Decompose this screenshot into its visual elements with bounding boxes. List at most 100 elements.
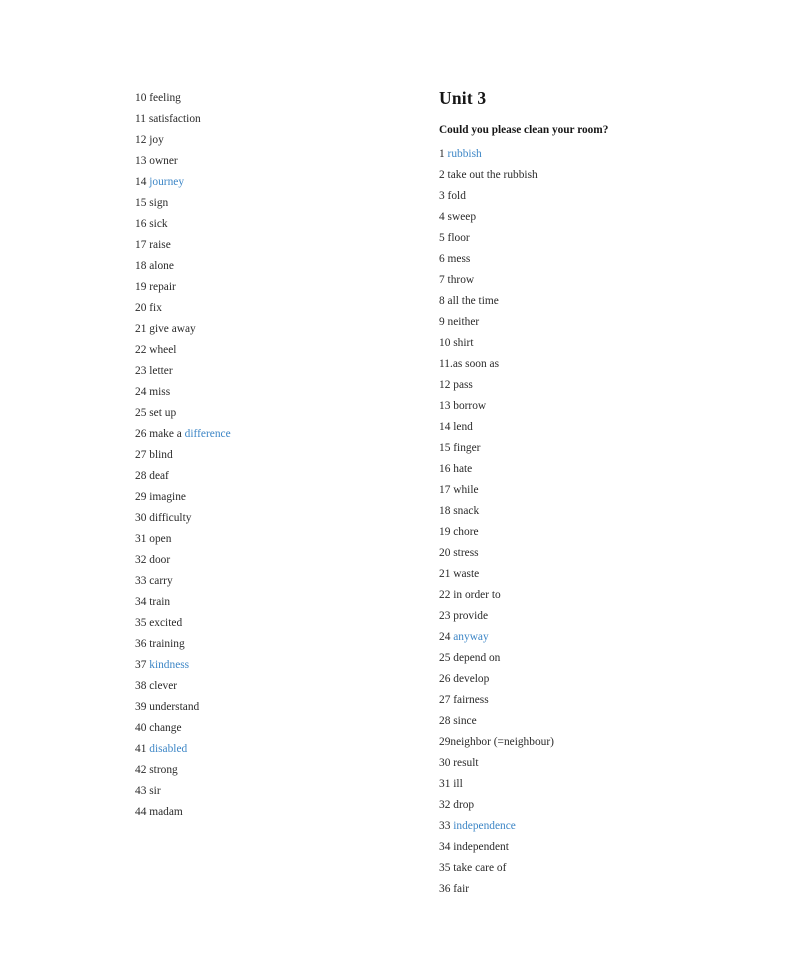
left-word-item: 15 sign [135, 193, 415, 214]
left-word-item: 16 sick [135, 214, 415, 235]
item-number: 34 [439, 841, 454, 853]
item-number: 40 [135, 722, 150, 734]
left-word-item[interactable]: 41 disabled [135, 739, 415, 760]
left-word-item: 30 difficulty [135, 508, 415, 529]
item-term: training [149, 638, 185, 650]
item-number: 42 [135, 764, 150, 776]
right-word-item[interactable]: 24 anyway [439, 627, 759, 648]
left-word-item: 38 clever [135, 676, 415, 697]
item-term[interactable]: disabled [149, 743, 187, 755]
item-term: stress [453, 547, 479, 559]
item-term: strong [149, 764, 178, 776]
left-word-item: 29 imagine [135, 487, 415, 508]
item-number: 28 [439, 715, 454, 727]
right-word-item[interactable]: 1 rubbish [439, 144, 759, 165]
item-term: alone [149, 260, 174, 272]
right-word-item: 26 develop [439, 669, 759, 690]
item-term: shirt [453, 337, 474, 349]
item-number: 29 [135, 491, 150, 503]
item-term: independent [453, 841, 509, 853]
item-number: 28 [135, 470, 150, 482]
left-word-item: 28 deaf [135, 466, 415, 487]
item-number: 27 [135, 449, 150, 461]
right-word-item: 23 provide [439, 606, 759, 627]
item-number: 8 [439, 295, 448, 307]
left-word-item: 22 wheel [135, 340, 415, 361]
right-word-item[interactable]: 33 independence [439, 816, 759, 837]
item-number: 16 [135, 218, 150, 230]
item-term: wheel [149, 344, 177, 356]
right-word-item: 21 waste [439, 564, 759, 585]
left-word-item: 17 raise [135, 235, 415, 256]
left-word-item: 23 letter [135, 361, 415, 382]
right-word-item: 11.as soon as [439, 354, 759, 375]
left-word-item: 36 training [135, 634, 415, 655]
section-subtitle: Could you please clean your room? [439, 124, 609, 136]
item-term: make a [149, 428, 185, 440]
item-term: fix [149, 302, 162, 314]
item-term[interactable]: kindness [149, 659, 189, 671]
right-word-item: 18 snack [439, 501, 759, 522]
left-word-item[interactable]: 26 make a difference [135, 424, 415, 445]
item-term: give away [149, 323, 196, 335]
item-number: 17 [135, 239, 150, 251]
left-word-item: 25 set up [135, 403, 415, 424]
left-word-item[interactable]: 37 kindness [135, 655, 415, 676]
item-term: floor [447, 232, 470, 244]
item-term: mess [447, 253, 471, 265]
left-word-item: 44 madam [135, 802, 415, 823]
item-term: provide [453, 610, 489, 622]
item-term: while [453, 484, 479, 496]
item-term: sick [149, 218, 168, 230]
right-word-item: 14 lend [439, 417, 759, 438]
item-term: fold [447, 190, 466, 202]
item-term[interactable]: rubbish [448, 148, 482, 160]
right-word-item: 2 take out the rubbish [439, 165, 759, 186]
item-term: pass [453, 379, 473, 391]
item-term[interactable]: journey [149, 176, 184, 188]
left-word-item: 35 excited [135, 613, 415, 634]
right-word-item: 19 chore [439, 522, 759, 543]
left-word-item: 11 satisfaction [135, 109, 415, 130]
right-word-item: 15 finger [439, 438, 759, 459]
item-term: fairness [453, 694, 489, 706]
item-number: 22 [135, 344, 150, 356]
right-word-item: 29neighbor (=neighbour) [439, 732, 759, 753]
item-number: 10 [135, 92, 150, 104]
item-number: 33 [439, 820, 454, 832]
item-term: carry [149, 575, 173, 587]
item-number: 41 [135, 743, 150, 755]
left-word-item[interactable]: 14 journey [135, 172, 415, 193]
item-term: joy [149, 134, 164, 146]
item-term: throw [447, 274, 475, 286]
item-number: 14 [135, 176, 150, 188]
item-term: waste [453, 568, 480, 580]
item-number: 18 [135, 260, 150, 272]
right-word-item: 31 ill [439, 774, 759, 795]
item-term: owner [149, 155, 178, 167]
item-number: 24 [439, 631, 454, 643]
item-term: madam [149, 806, 183, 818]
item-number: 32 [135, 554, 150, 566]
item-number: 10 [439, 337, 454, 349]
item-number: 39 [135, 701, 150, 713]
item-term[interactable]: anyway [453, 631, 488, 643]
left-word-item: 40 change [135, 718, 415, 739]
item-term: lend [453, 421, 473, 433]
item-term: neighbor (=neighbour) [450, 736, 554, 748]
item-number: 35 [439, 862, 454, 874]
left-word-list: 10 feeling 11 satisfaction 12 joy 13 owner 1… [135, 88, 415, 823]
left-word-item: 43 sir [135, 781, 415, 802]
item-number: 23 [135, 365, 150, 377]
item-number: 23 [439, 610, 454, 622]
item-term: difficulty [149, 512, 192, 524]
right-word-item: 5 floor [439, 228, 759, 249]
left-word-item: 33 carry [135, 571, 415, 592]
item-term: set up [149, 407, 177, 419]
item-term: snack [453, 505, 480, 517]
item-term: raise [149, 239, 171, 251]
item-term-link[interactable]: difference [185, 428, 231, 440]
item-term: develop [453, 673, 490, 685]
item-term[interactable]: independence [453, 820, 516, 832]
item-term: open [149, 533, 172, 545]
